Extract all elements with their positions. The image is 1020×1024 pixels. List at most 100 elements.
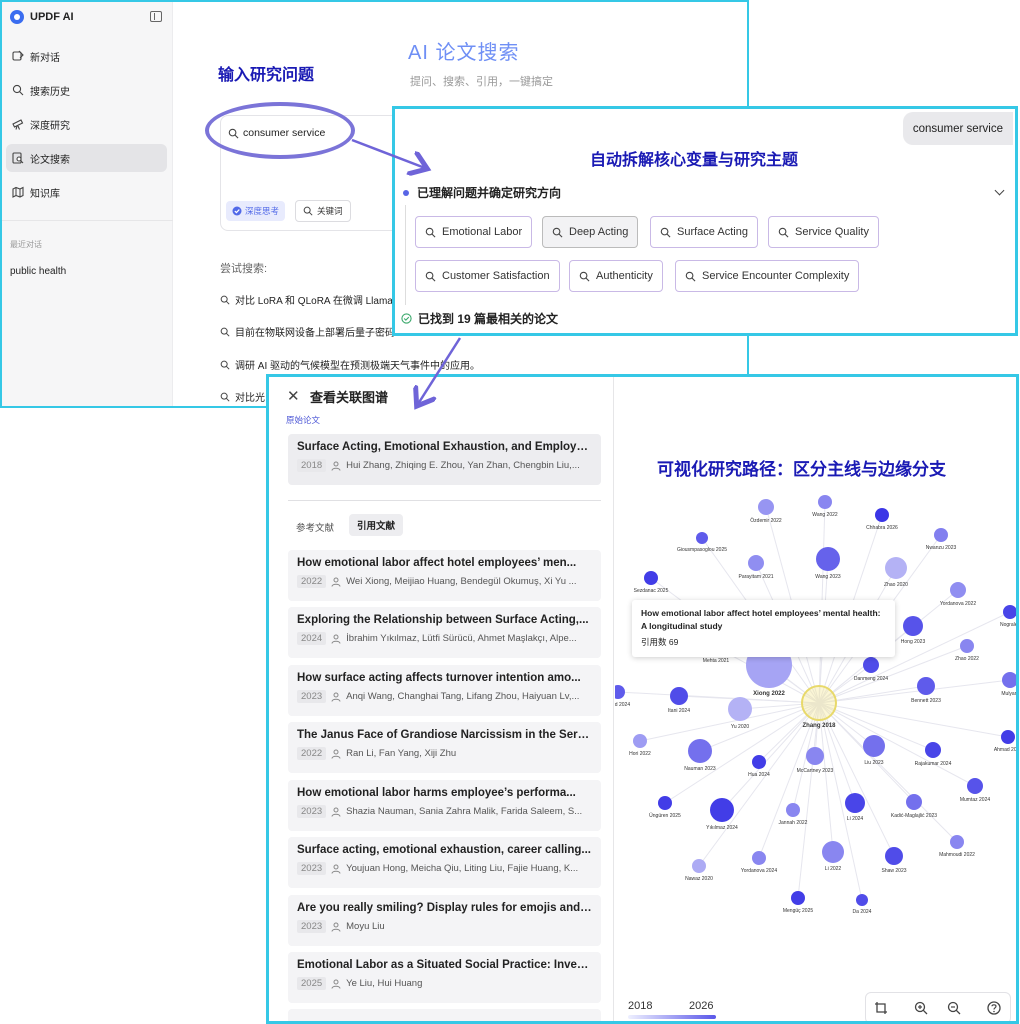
graph-node[interactable] xyxy=(670,687,688,705)
tab-citations[interactable]: 引用文献 xyxy=(349,514,404,536)
graph-node-label: Hua 2024 xyxy=(748,772,770,778)
tooltip-title: How emotional labor affect hotel employe… xyxy=(641,608,881,631)
paper-card[interactable]: How surface acting affects turnover inte… xyxy=(288,665,601,716)
recent-item[interactable]: public health xyxy=(10,266,66,277)
paper-search-icon xyxy=(12,152,24,164)
crop-icon[interactable] xyxy=(874,1001,888,1015)
graph-node[interactable] xyxy=(801,685,837,721)
paper-authors: Ran Li, Fan Yang, Xiji Zhu xyxy=(346,748,457,759)
sidebar-item-knowledge-base[interactable]: 知识库 xyxy=(6,178,167,206)
step-connector xyxy=(405,205,406,305)
graph-node[interactable] xyxy=(950,582,966,598)
keyword-chip[interactable]: Surface Acting xyxy=(650,216,758,248)
graph-node[interactable] xyxy=(696,532,708,544)
year-gradient-legend xyxy=(628,1015,716,1019)
original-paper-label: 原始论文 xyxy=(286,415,321,425)
sidebar-item-paper-search[interactable]: 论文搜索 xyxy=(6,144,167,172)
citation-graph[interactable]: Zhang 2018 Xiong 2022 Özdemir 2022 Wang 202… xyxy=(615,482,1016,987)
graph-node[interactable] xyxy=(925,742,941,758)
graph-node[interactable] xyxy=(967,778,983,794)
graph-node[interactable] xyxy=(1001,730,1015,744)
graph-node[interactable] xyxy=(758,499,774,515)
paper-card[interactable] xyxy=(288,1009,601,1021)
collapse-sidebar-icon[interactable] xyxy=(150,11,162,22)
zoom-in-icon[interactable] xyxy=(914,1001,928,1015)
original-paper-card[interactable]: Surface Acting, Emotional Exhaustion, an… xyxy=(288,434,601,485)
graph-node[interactable] xyxy=(752,851,766,865)
close-icon[interactable]: ✕ xyxy=(287,387,300,405)
keywords-label: 关键词 xyxy=(317,206,343,216)
graph-node[interactable] xyxy=(917,677,935,695)
graph-node[interactable] xyxy=(818,495,832,509)
graph-node[interactable] xyxy=(856,894,868,906)
tooltip-cites: 引用数 69 xyxy=(641,637,679,647)
keyword-chip[interactable]: Customer Satisfaction xyxy=(415,260,560,292)
graph-node[interactable] xyxy=(791,891,805,905)
sidebar-item-label: 深度研究 xyxy=(30,120,70,132)
graph-node[interactable] xyxy=(710,798,734,822)
paper-card[interactable]: Emotional Labor as a Situated Social Pra… xyxy=(288,952,601,1003)
graph-node-label: Nawaz 2020 xyxy=(685,876,713,882)
graph-node-label: Zhang 2018 xyxy=(802,723,836,729)
try-search-item[interactable]: 调研 AI 驱动的气候模型在预测极端天气事件中的应用。 xyxy=(220,357,480,372)
graph-node[interactable] xyxy=(950,835,964,849)
keyword-chip[interactable]: Deep Acting xyxy=(542,216,639,248)
graph-node[interactable] xyxy=(875,508,889,522)
legend-min-year: 2018 xyxy=(628,1000,653,1012)
paper-year: 2022 xyxy=(297,575,327,588)
graph-node[interactable] xyxy=(692,859,706,873)
telescope-icon xyxy=(12,119,24,130)
graph-node[interactable] xyxy=(688,739,712,763)
graph-node[interactable] xyxy=(845,793,865,813)
help-icon[interactable] xyxy=(987,1001,1001,1015)
sidebar-divider xyxy=(2,220,173,221)
graph-node[interactable] xyxy=(816,547,840,571)
graph-node[interactable] xyxy=(1002,672,1016,688)
try-search-item[interactable]: 对比光 xyxy=(220,389,265,404)
graph-node[interactable] xyxy=(934,528,948,542)
keyword-chip[interactable]: Authenticity xyxy=(569,260,663,292)
zoom-out-icon[interactable] xyxy=(947,1001,961,1015)
keyword-chip[interactable]: Service Encounter Complexity xyxy=(675,260,860,292)
paper-card[interactable]: The Janus Face of Grandiose Narcissism i… xyxy=(288,722,601,773)
paper-year: 2025 xyxy=(297,977,327,990)
paper-card[interactable]: Are you really smiling? Display rules fo… xyxy=(288,895,601,946)
graph-node[interactable] xyxy=(752,755,766,769)
paper-card[interactable]: How emotional labor harms employee’s per… xyxy=(288,780,601,831)
graph-node[interactable] xyxy=(615,685,625,699)
sidebar-item-deep-research[interactable]: 深度研究 xyxy=(6,110,167,138)
graph-node[interactable] xyxy=(806,747,824,765)
deep-think-toggle[interactable]: 深度思考 xyxy=(226,201,286,221)
graph-node[interactable] xyxy=(786,803,800,817)
graph-node[interactable] xyxy=(728,697,752,721)
graph-node[interactable] xyxy=(748,555,764,571)
sidebar-item-new-chat[interactable]: 新对话 xyxy=(6,42,167,70)
keyword-chip[interactable]: Emotional Labor xyxy=(415,216,533,248)
graph-node[interactable] xyxy=(822,841,844,863)
graph-node-label: Sezdanac 2025 xyxy=(634,588,669,594)
keywords-button[interactable]: 关键词 xyxy=(295,200,351,222)
graph-node-label: Yu 2020 xyxy=(731,724,750,730)
paper-title: The Janus Face of Grandiose Narcissism i… xyxy=(297,729,592,741)
graph-node[interactable] xyxy=(633,734,647,748)
chevron-down-icon[interactable] xyxy=(994,185,1005,196)
graph-node[interactable] xyxy=(960,639,974,653)
graph-node[interactable] xyxy=(863,657,879,673)
graph-node[interactable] xyxy=(658,796,672,810)
try-search-item[interactable]: 目前在物联网设备上部署后量子密码 xyxy=(220,324,395,339)
tab-references[interactable]: 参考文献 xyxy=(296,520,334,534)
graph-node[interactable] xyxy=(903,616,923,636)
graph-node[interactable] xyxy=(1003,605,1016,619)
graph-node[interactable] xyxy=(885,557,907,579)
graph-node[interactable] xyxy=(863,735,885,757)
paper-card[interactable]: Surface acting, emotional exhaustion, ca… xyxy=(288,837,601,888)
search-icon xyxy=(220,327,230,337)
sidebar-item-search-history[interactable]: 搜索历史 xyxy=(6,76,167,104)
try-search-item[interactable]: 对比 LoRA 和 QLoRA 在微调 Llama xyxy=(220,292,393,307)
graph-node[interactable] xyxy=(644,571,658,585)
paper-card[interactable]: How emotional labor affect hotel employe… xyxy=(288,550,601,601)
graph-node[interactable] xyxy=(906,794,922,810)
graph-node[interactable] xyxy=(885,847,903,865)
paper-card[interactable]: Exploring the Relationship between Surfa… xyxy=(288,607,601,658)
keyword-chip[interactable]: Service Quality xyxy=(768,216,879,248)
